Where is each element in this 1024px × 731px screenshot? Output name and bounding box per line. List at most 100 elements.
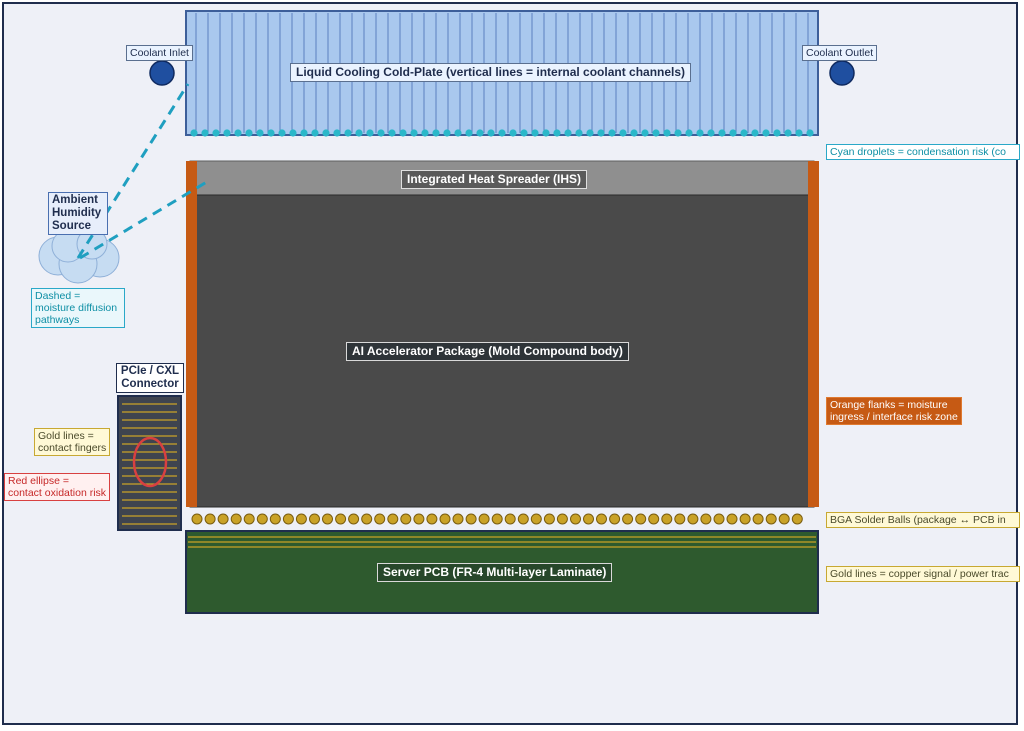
solder-ball (700, 513, 712, 525)
condensation-droplet (806, 129, 814, 137)
ambient-humidity-label: Ambient Humidity Source (48, 192, 108, 235)
solder-ball (778, 513, 790, 525)
solder-ball (622, 513, 634, 525)
condensation-droplet (223, 129, 231, 137)
condensation-droplet (388, 129, 396, 137)
condensation-droplet (443, 129, 451, 137)
condensation-droplet (663, 129, 671, 137)
condensation-droplet (366, 129, 374, 137)
note-line: moisture diffusion (35, 302, 118, 314)
solder-ball (295, 513, 307, 525)
condensation-droplets (190, 129, 814, 137)
condensation-droplet (784, 129, 792, 137)
note-line: contact oxidation risk (8, 487, 107, 499)
solder-ball (426, 513, 438, 525)
note-line: pathways (35, 314, 80, 326)
condensation-droplet (289, 129, 297, 137)
solder-ball (256, 513, 268, 525)
right-moisture-flank (808, 161, 819, 507)
ambient-label-line: Ambient (52, 194, 98, 206)
condensation-droplet (696, 129, 704, 137)
note-line: ingress / interface risk zone (830, 411, 958, 423)
condensation-droplet (608, 129, 616, 137)
condensation-droplet (729, 129, 737, 137)
solder-ball (713, 513, 725, 525)
solder-ball (491, 513, 503, 525)
condensation-droplet (509, 129, 517, 137)
note-line: contact fingers (38, 442, 107, 454)
solder-ball (452, 513, 464, 525)
solder-ball (517, 513, 529, 525)
condensation-droplet (619, 129, 627, 137)
solder-ball (374, 513, 386, 525)
condensation-droplet (465, 129, 473, 137)
condensation-droplet (476, 129, 484, 137)
package-label: AI Accelerator Package (Mold Compound bo… (346, 342, 629, 361)
solder-ball (609, 513, 621, 525)
note-line: Orange flanks = moisture (830, 399, 948, 411)
solder-ball (674, 513, 686, 525)
condensation-droplet (278, 129, 286, 137)
condensation-droplet (751, 129, 759, 137)
solder-ball (752, 513, 764, 525)
diffusion-note: Dashed = moisture diffusion pathways (31, 288, 125, 328)
solder-ball (282, 513, 294, 525)
condensation-note: Cyan droplets = condensation risk (co (826, 144, 1020, 160)
condensation-droplet (531, 129, 539, 137)
solder-ball (543, 513, 555, 525)
solder-ball (687, 513, 699, 525)
left-moisture-flank (186, 161, 197, 507)
condensation-droplet (410, 129, 418, 137)
solder-ball (478, 513, 490, 525)
condensation-droplet (399, 129, 407, 137)
condensation-droplet (542, 129, 550, 137)
condensation-droplet (212, 129, 220, 137)
solder-ball (335, 513, 347, 525)
solder-ball (596, 513, 607, 525)
condensation-droplet (674, 129, 682, 137)
condensation-droplet (454, 129, 462, 137)
solder-ball (635, 513, 647, 525)
solder-ball (413, 513, 425, 525)
moisture-flank-note: Orange flanks = moisture ingress / inter… (826, 397, 962, 425)
condensation-droplet (355, 129, 363, 137)
solder-ball (269, 513, 281, 525)
condensation-droplet (586, 129, 594, 137)
solder-ball (648, 513, 660, 525)
solder-ball (583, 513, 594, 525)
solder-ball (230, 513, 242, 525)
solder-ball (439, 513, 451, 525)
solder-ball (530, 513, 542, 525)
note-line: Red ellipse = (8, 475, 69, 487)
solder-ball (361, 513, 373, 525)
solder-ball (217, 513, 229, 525)
ambient-label-line: Humidity (52, 207, 102, 219)
condensation-droplet (421, 129, 429, 137)
ambient-label-line: Source (52, 220, 91, 232)
solder-ball (661, 513, 673, 525)
cold-plate-label: Liquid Cooling Cold-Plate (vertical line… (290, 63, 692, 82)
condensation-droplet (564, 129, 572, 137)
solder-ball (243, 513, 255, 525)
condensation-droplet (245, 129, 253, 137)
condensation-droplet (597, 129, 605, 137)
connector-label: PCIe / CXL Connector (116, 363, 184, 393)
condensation-droplet (201, 129, 209, 137)
solder-ball (570, 513, 581, 525)
solder-ball (465, 513, 477, 525)
condensation-droplet (344, 129, 352, 137)
condensation-droplet (795, 129, 803, 137)
condensation-droplet (652, 129, 660, 137)
condensation-droplet (300, 129, 308, 137)
condensation-droplet (718, 129, 726, 137)
solder-ball (504, 513, 516, 525)
solder-ball (204, 513, 216, 525)
solder-ball (791, 513, 803, 525)
solder-ball (726, 513, 738, 525)
connector-label-line: PCIe / CXL (120, 365, 180, 377)
coolant-outlet-label: Coolant Outlet (802, 45, 878, 61)
condensation-droplet (311, 129, 319, 137)
solder-ball (556, 513, 568, 525)
condensation-droplet (520, 129, 528, 137)
solder-ball (387, 513, 399, 525)
